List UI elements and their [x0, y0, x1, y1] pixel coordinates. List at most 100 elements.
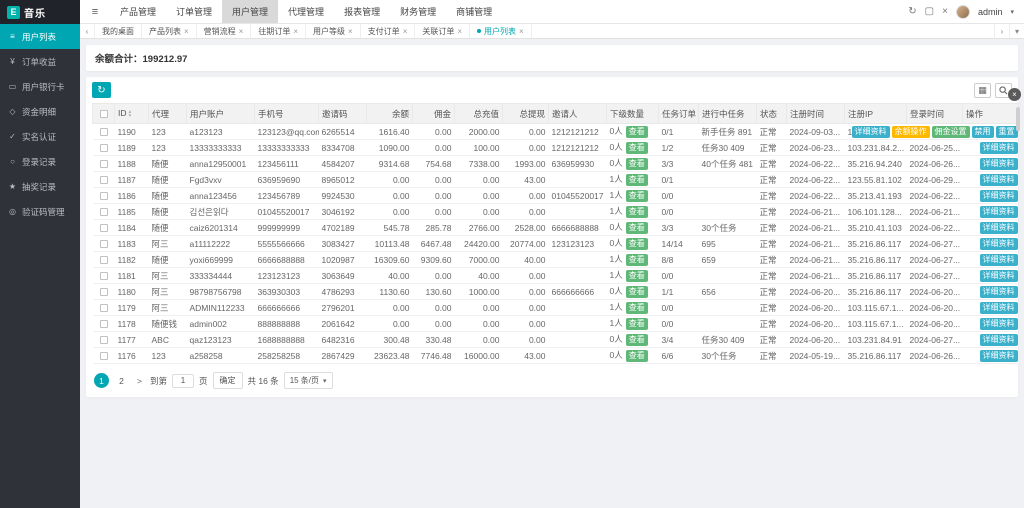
- action-button[interactable]: 详细资料: [980, 222, 1018, 234]
- page-number[interactable]: 1: [94, 373, 109, 388]
- tab-item[interactable]: 营销流程×: [197, 24, 252, 38]
- tab-close-icon[interactable]: ×: [184, 27, 189, 36]
- tab-close-icon[interactable]: ×: [403, 27, 408, 36]
- tab-item[interactable]: 关联订单×: [415, 24, 470, 38]
- tab-item[interactable]: 我的桌面: [95, 24, 142, 38]
- view-subordinates-button[interactable]: 查看: [626, 270, 648, 282]
- tab-active[interactable]: 用户列表×: [470, 24, 532, 38]
- action-button[interactable]: 详细资料: [980, 270, 1018, 282]
- refresh-button[interactable]: ↻: [92, 82, 111, 98]
- tab-close-icon[interactable]: ×: [457, 27, 462, 36]
- action-button[interactable]: 详细资料: [980, 286, 1018, 298]
- nav-item[interactable]: 财务管理: [390, 0, 446, 23]
- next-page-button[interactable]: >: [134, 376, 145, 386]
- tabs-scroll-right-icon[interactable]: ›: [994, 24, 1009, 38]
- nav-item[interactable]: 报表管理: [334, 0, 390, 23]
- view-subordinates-button[interactable]: 查看: [626, 190, 648, 202]
- fullscreen-icon[interactable]: ▢: [925, 6, 934, 17]
- per-page-select[interactable]: 15 条/页▾: [284, 372, 333, 389]
- view-subordinates-button[interactable]: 查看: [626, 126, 648, 138]
- close-icon[interactable]: ×: [942, 6, 948, 17]
- row-checkbox[interactable]: [100, 192, 108, 200]
- action-button[interactable]: 详细资料: [980, 350, 1018, 362]
- view-subordinates-button[interactable]: 查看: [626, 286, 648, 298]
- row-checkbox[interactable]: [100, 320, 108, 328]
- tab-item[interactable]: 产品列表×: [142, 24, 197, 38]
- row-checkbox[interactable]: [100, 224, 108, 232]
- action-button[interactable]: 详细资料: [980, 206, 1018, 218]
- view-subordinates-button[interactable]: 查看: [626, 334, 648, 346]
- refresh-icon[interactable]: ↻: [908, 6, 916, 17]
- action-button[interactable]: 佣金设置: [932, 126, 970, 138]
- sidebar-item[interactable]: ○登录记录: [0, 149, 80, 174]
- row-checkbox[interactable]: [100, 288, 108, 296]
- tab-close-icon[interactable]: ×: [239, 27, 244, 36]
- page-number[interactable]: 2: [114, 373, 129, 388]
- sidebar-item[interactable]: ◇资金明细: [0, 99, 80, 124]
- sidebar-item[interactable]: ¥订单收益: [0, 49, 80, 74]
- view-subordinates-button[interactable]: 查看: [626, 158, 648, 170]
- action-button[interactable]: 详细资料: [980, 142, 1018, 154]
- action-button[interactable]: 详细资料: [980, 334, 1018, 346]
- action-button[interactable]: 详细资料: [852, 126, 890, 138]
- sidebar-item[interactable]: ◎验证码管理: [0, 199, 80, 224]
- tab-item[interactable]: 往期订单×: [251, 24, 306, 38]
- sidebar-item[interactable]: ▭用户银行卡: [0, 74, 80, 99]
- view-subordinates-button[interactable]: 查看: [626, 254, 648, 266]
- view-subordinates-button[interactable]: 查看: [626, 302, 648, 314]
- view-subordinates-button[interactable]: 查看: [626, 350, 648, 362]
- action-button[interactable]: 详细资料: [980, 302, 1018, 314]
- row-checkbox[interactable]: [100, 240, 108, 248]
- row-checkbox[interactable]: [100, 144, 108, 152]
- row-checkbox[interactable]: [100, 352, 108, 360]
- home-menu-icon[interactable]: ≡: [80, 0, 110, 23]
- action-button[interactable]: 详细资料: [980, 158, 1018, 170]
- sidebar-item[interactable]: ✓实名认证: [0, 124, 80, 149]
- row-detail-close-icon[interactable]: ×: [1008, 88, 1021, 101]
- username-label[interactable]: admin: [978, 7, 1003, 17]
- row-checkbox[interactable]: [100, 176, 108, 184]
- chevron-down-icon[interactable]: ▾: [1010, 8, 1014, 16]
- nav-item[interactable]: 代理管理: [278, 0, 334, 23]
- view-subordinates-button[interactable]: 查看: [626, 174, 648, 186]
- scrollbar-thumb[interactable]: [1016, 107, 1020, 131]
- tab-close-icon[interactable]: ×: [348, 27, 353, 36]
- row-checkbox[interactable]: [100, 128, 108, 136]
- action-button[interactable]: 详细资料: [980, 190, 1018, 202]
- row-checkbox[interactable]: [100, 256, 108, 264]
- nav-item[interactable]: 用户管理: [222, 0, 278, 23]
- row-checkbox[interactable]: [100, 160, 108, 168]
- action-button[interactable]: 详细资料: [980, 238, 1018, 250]
- view-subordinates-button[interactable]: 查看: [626, 206, 648, 218]
- view-subordinates-button[interactable]: 查看: [626, 142, 648, 154]
- nav-item[interactable]: 商铺管理: [446, 0, 502, 23]
- view-subordinates-button[interactable]: 查看: [626, 238, 648, 250]
- jump-confirm-button[interactable]: 确定: [213, 372, 243, 389]
- tab-item[interactable]: 用户等级×: [306, 24, 361, 38]
- action-button[interactable]: 详细资料: [980, 318, 1018, 330]
- select-all-checkbox[interactable]: [100, 110, 108, 118]
- page-jump-input[interactable]: [172, 374, 194, 388]
- view-subordinates-button[interactable]: 查看: [626, 222, 648, 234]
- tab-close-icon[interactable]: ×: [293, 27, 298, 36]
- columns-toggle-icon[interactable]: ▦: [974, 83, 991, 98]
- action-button[interactable]: 详细资料: [980, 174, 1018, 186]
- sidebar-item[interactable]: ★抽奖记录: [0, 174, 80, 199]
- tabs-scroll-left-icon[interactable]: ‹: [80, 24, 95, 38]
- action-button[interactable]: 重置: [996, 126, 1018, 138]
- avatar[interactable]: [956, 5, 970, 19]
- action-button[interactable]: 余额操作: [892, 126, 930, 138]
- action-button[interactable]: 禁用: [972, 126, 994, 138]
- tabs-menu-icon[interactable]: ▾: [1009, 24, 1024, 38]
- nav-item[interactable]: 产品管理: [110, 0, 166, 23]
- tab-close-icon[interactable]: ×: [519, 27, 524, 36]
- row-checkbox[interactable]: [100, 272, 108, 280]
- row-checkbox[interactable]: [100, 304, 108, 312]
- tab-item[interactable]: 支付订单×: [361, 24, 416, 38]
- sort-icon[interactable]: ▴▾: [129, 110, 132, 119]
- action-button[interactable]: 详细资料: [980, 254, 1018, 266]
- row-checkbox[interactable]: [100, 208, 108, 216]
- row-checkbox[interactable]: [100, 336, 108, 344]
- view-subordinates-button[interactable]: 查看: [626, 318, 648, 330]
- nav-item[interactable]: 订单管理: [166, 0, 222, 23]
